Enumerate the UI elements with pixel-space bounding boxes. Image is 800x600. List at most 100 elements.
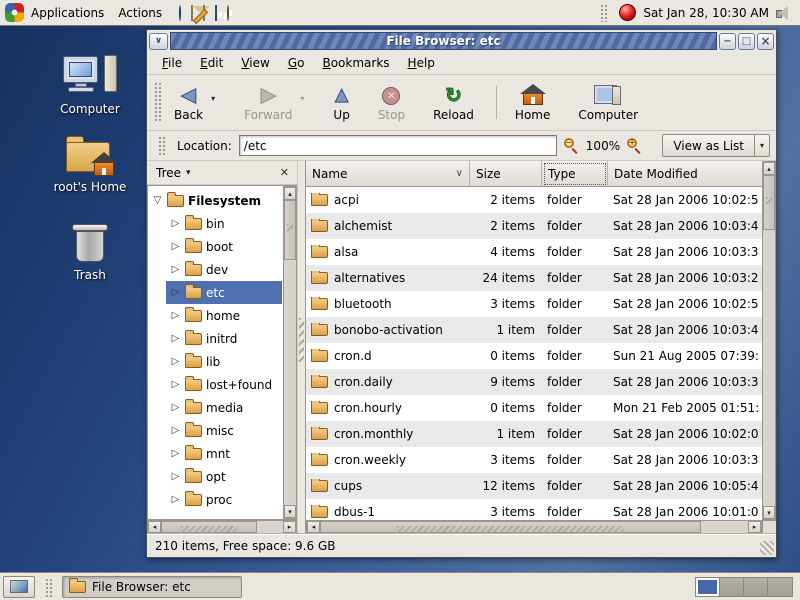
- tree-item-proc[interactable]: proc: [166, 488, 282, 511]
- expander-closed-icon[interactable]: [170, 425, 181, 436]
- scroll-up-icon[interactable]: [284, 187, 296, 200]
- tree-hscroll-thumb[interactable]: [161, 521, 257, 533]
- table-row[interactable]: cron.d0 itemsfolderSun 21 Aug 2005 07:39…: [306, 343, 762, 369]
- window-resize-grip[interactable]: [760, 541, 774, 555]
- distro-logo-icon[interactable]: [5, 3, 24, 22]
- spreadsheet-launcher[interactable]: [227, 6, 229, 20]
- sidebar-mode-combo[interactable]: Tree: [152, 164, 195, 182]
- scroll-right-icon[interactable]: [283, 521, 296, 533]
- list-vertical-scrollbar[interactable]: [762, 161, 776, 520]
- table-row[interactable]: cron.monthly1 itemfolderSat 28 Jan 2006 …: [306, 421, 762, 447]
- back-dropdown-chevron-icon[interactable]: [211, 80, 224, 125]
- expander-closed-icon[interactable]: [170, 287, 181, 298]
- expander-closed-icon[interactable]: [170, 448, 181, 459]
- location-input[interactable]: [239, 135, 557, 156]
- table-row[interactable]: cups12 itemsfolderSat 28 Jan 2006 10:05:…: [306, 473, 762, 499]
- table-row[interactable]: bonobo-activation1 itemfolderSat 28 Jan …: [306, 317, 762, 343]
- table-row[interactable]: bluetooth3 itemsfolderSat 28 Jan 2006 10…: [306, 291, 762, 317]
- expander-closed-icon[interactable]: [170, 310, 181, 321]
- scroll-right-icon[interactable]: [748, 521, 761, 533]
- expander-closed-icon[interactable]: [170, 494, 181, 505]
- table-row[interactable]: acpi2 itemsfolderSat 28 Jan 2006 10:02:5: [306, 187, 762, 213]
- table-row[interactable]: cron.daily9 itemsfolderSat 28 Jan 2006 1…: [306, 369, 762, 395]
- task-button[interactable]: File Browser: etc: [62, 576, 242, 598]
- table-row[interactable]: cron.hourly0 itemsfolderMon 21 Feb 2005 …: [306, 395, 762, 421]
- tree-item-boot[interactable]: boot: [166, 235, 282, 258]
- menu-help[interactable]: Help: [399, 53, 444, 73]
- column-header-size[interactable]: Size: [470, 161, 542, 187]
- column-header-date-modified[interactable]: Date Modified: [608, 161, 762, 187]
- tree-item-lost-found[interactable]: lost+found: [166, 373, 282, 396]
- view-mode-combo[interactable]: View as List: [662, 134, 770, 157]
- workspace-1[interactable]: [696, 578, 720, 596]
- tray-handle[interactable]: [600, 4, 607, 22]
- expander-closed-icon[interactable]: [170, 379, 181, 390]
- table-row[interactable]: cron.weekly3 itemsfolderSat 28 Jan 2006 …: [306, 447, 762, 473]
- sidebar-close-icon[interactable]: [277, 166, 292, 179]
- expander-closed-icon[interactable]: [170, 356, 181, 367]
- desktop-icon-computer[interactable]: Computer: [48, 54, 132, 116]
- menu-bookmarks[interactable]: Bookmarks: [313, 53, 398, 73]
- tree-scroll-thumb[interactable]: [284, 200, 296, 260]
- actions-menu[interactable]: Actions: [111, 0, 169, 25]
- menu-file[interactable]: File: [153, 53, 191, 73]
- workspace-2[interactable]: [720, 578, 744, 596]
- maximize-button[interactable]: [738, 33, 755, 50]
- home-button[interactable]: Home: [507, 80, 558, 125]
- window-menu-button[interactable]: [149, 33, 168, 50]
- presentation-launcher[interactable]: [215, 6, 217, 20]
- scroll-down-icon[interactable]: [284, 505, 296, 518]
- zoom-in-icon[interactable]: +: [627, 138, 642, 153]
- tree-item-initrd[interactable]: initrd: [166, 327, 282, 350]
- email-launcher[interactable]: [191, 6, 193, 20]
- scroll-down-icon[interactable]: [763, 506, 775, 519]
- column-header-type[interactable]: Type: [542, 161, 608, 187]
- alert-icon[interactable]: [619, 4, 636, 21]
- menu-view[interactable]: View: [232, 53, 278, 73]
- expander-closed-icon[interactable]: [170, 471, 181, 482]
- web-browser-launcher[interactable]: [179, 6, 181, 20]
- workspace-3[interactable]: [744, 578, 768, 596]
- column-header-name[interactable]: Name: [306, 161, 470, 187]
- word-processor-launcher[interactable]: [203, 6, 205, 20]
- scroll-up-icon[interactable]: [763, 162, 775, 175]
- tasklist-handle[interactable]: [45, 578, 52, 598]
- workspace-4[interactable]: [768, 578, 792, 596]
- titlebar[interactable]: File Browser: etc: [147, 30, 776, 52]
- toolbar-handle[interactable]: [154, 82, 161, 123]
- up-button[interactable]: Up: [325, 80, 357, 125]
- expander-closed-icon[interactable]: [170, 402, 181, 413]
- menu-go[interactable]: Go: [279, 53, 314, 73]
- table-row[interactable]: alchemist2 itemsfolderSat 28 Jan 2006 10…: [306, 213, 762, 239]
- menu-edit[interactable]: Edit: [191, 53, 232, 73]
- tree-item-etc[interactable]: etc: [166, 281, 282, 304]
- list-hscroll-thumb[interactable]: [320, 521, 701, 533]
- tree-item-filesystem[interactable]: Filesystem: [148, 189, 282, 212]
- tree-item-opt[interactable]: opt: [166, 465, 282, 488]
- tree-item-misc[interactable]: misc: [166, 419, 282, 442]
- expander-closed-icon[interactable]: [170, 333, 181, 344]
- table-row[interactable]: dbus-13 itemsfolderSat 28 Jan 2006 10:01…: [306, 499, 762, 520]
- applications-menu[interactable]: Applications: [24, 0, 111, 25]
- show-desktop-button[interactable]: [3, 576, 35, 598]
- desktop-icon-trash[interactable]: Trash: [48, 222, 132, 282]
- view-mode-chevron-icon[interactable]: [755, 134, 770, 157]
- volume-icon[interactable]: [776, 6, 791, 20]
- list-horizontal-scrollbar[interactable]: [306, 520, 762, 534]
- tree-item-home[interactable]: home: [166, 304, 282, 327]
- tree-horizontal-scrollbar[interactable]: [147, 520, 297, 534]
- computer-button[interactable]: Computer: [570, 80, 646, 125]
- scroll-left-icon[interactable]: [148, 521, 161, 533]
- pane-resize-handle[interactable]: [297, 161, 305, 534]
- back-button[interactable]: Back: [166, 80, 211, 125]
- tree-item-bin[interactable]: bin: [166, 212, 282, 235]
- clock[interactable]: Sat Jan 28, 10:30 AM: [643, 6, 769, 20]
- table-row[interactable]: alsa4 itemsfolderSat 28 Jan 2006 10:03:3: [306, 239, 762, 265]
- scroll-left-icon[interactable]: [307, 521, 320, 533]
- locationbar-handle[interactable]: [158, 136, 165, 156]
- tree-item-dev[interactable]: dev: [166, 258, 282, 281]
- expander-closed-icon[interactable]: [170, 264, 181, 275]
- minimize-button[interactable]: [719, 33, 736, 50]
- tree-item-media[interactable]: media: [166, 396, 282, 419]
- tree-item-lib[interactable]: lib: [166, 350, 282, 373]
